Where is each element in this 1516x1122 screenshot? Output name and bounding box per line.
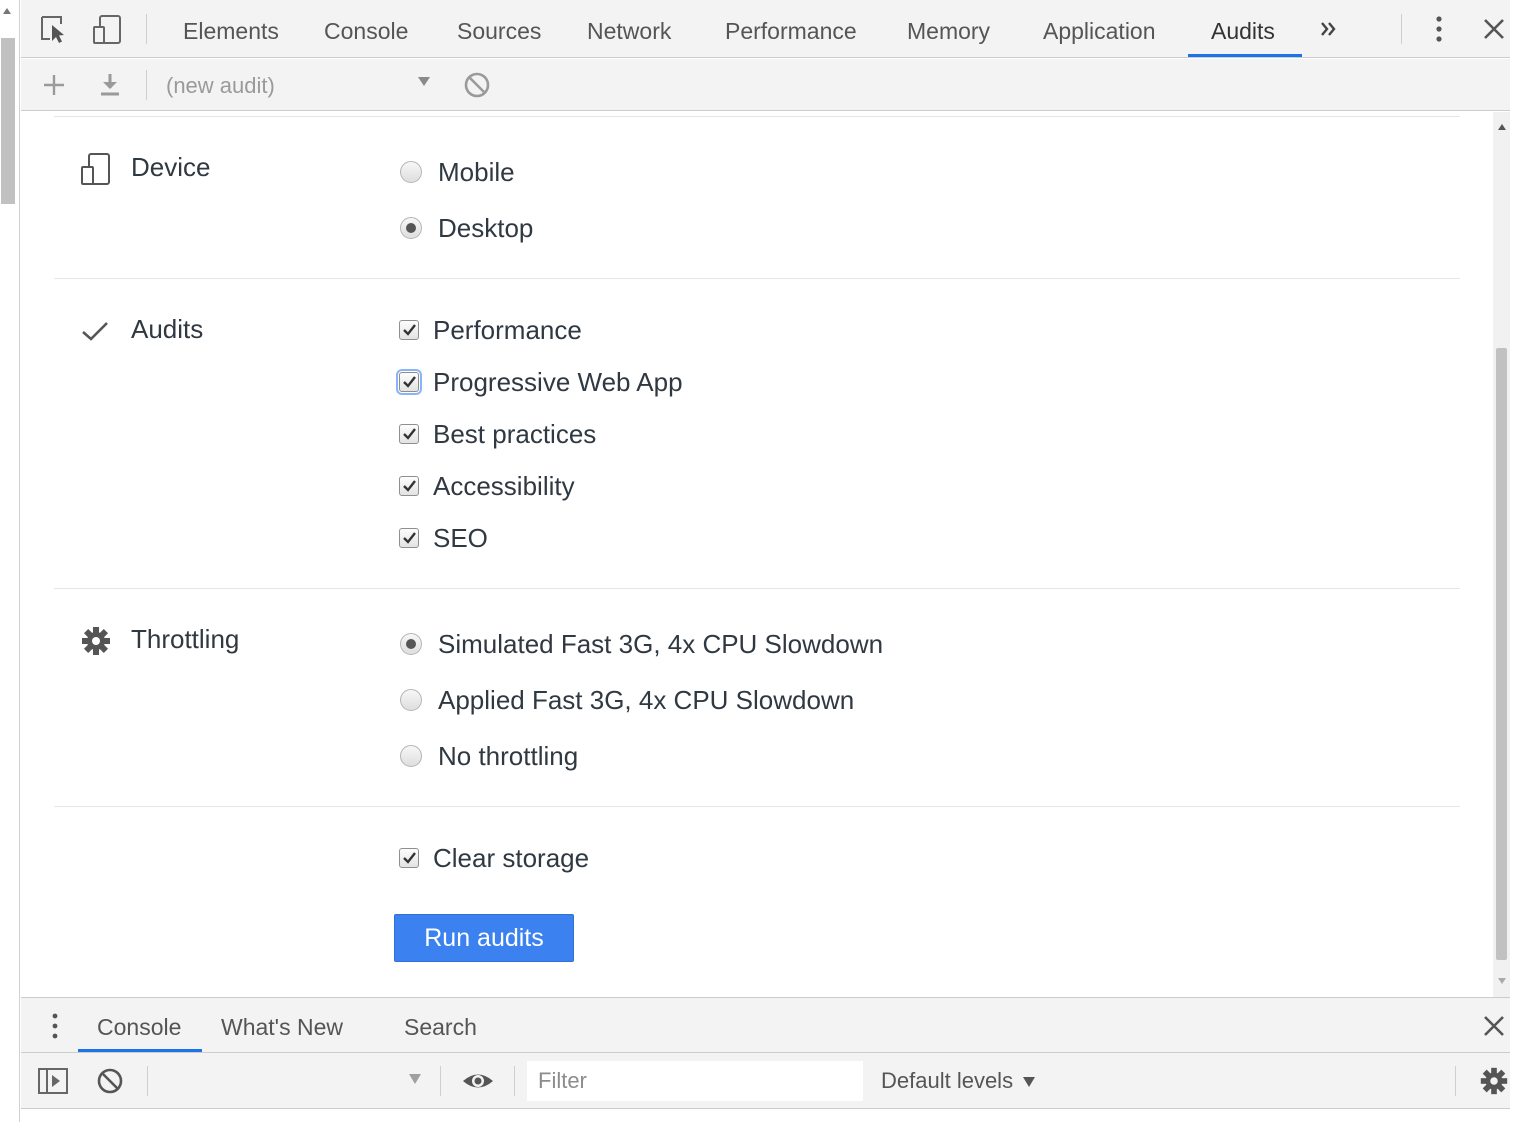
console-filter-input[interactable] <box>527 1061 863 1101</box>
checkbox-seo[interactable] <box>399 528 419 548</box>
active-tab-indicator <box>1188 54 1302 57</box>
option-label: SEO <box>433 522 488 553</box>
scroll-down-arrow-icon[interactable] <box>1498 978 1506 984</box>
customize-menu-kebab-icon[interactable] <box>1424 14 1454 44</box>
checkbox-best-practices[interactable] <box>399 424 419 444</box>
tab-audits[interactable]: Audits <box>1211 0 1275 58</box>
clear-storage-option[interactable]: Clear storage <box>397 838 589 878</box>
radio-desktop[interactable] <box>400 217 422 239</box>
option-label: Mobile <box>438 156 515 187</box>
checkbox-clear-storage[interactable] <box>399 848 419 868</box>
drawer-tab-bar: Console What's New Search <box>21 997 1510 1053</box>
audit-category-accessibility[interactable]: Accessibility <box>397 466 575 506</box>
console-output-area[interactable] <box>21 1109 1510 1122</box>
tab-application[interactable]: Application <box>1043 0 1156 58</box>
scrollbar-thumb[interactable] <box>1496 348 1507 960</box>
option-label: Simulated Fast 3G, 4x CPU Slowdown <box>438 628 884 659</box>
audit-category-pwa[interactable]: Progressive Web App <box>396 362 683 402</box>
device-icon <box>79 152 113 186</box>
drawer-tab-search[interactable]: Search <box>404 998 477 1054</box>
devtools-panel: Elements Console Sources Network Perform… <box>21 0 1510 1122</box>
page-edge-strip <box>0 0 20 1122</box>
scroll-up-arrow-icon[interactable] <box>1498 124 1506 130</box>
context-select-chevron-icon[interactable] <box>409 1074 421 1084</box>
inspect-element-icon[interactable] <box>39 14 69 44</box>
tab-performance[interactable]: Performance <box>725 0 857 58</box>
drawer-tab-whats-new[interactable]: What's New <box>221 998 343 1054</box>
checkmark-icon <box>79 314 113 348</box>
radio-no-throttling[interactable] <box>400 745 422 767</box>
option-label: Clear storage <box>433 842 590 873</box>
close-devtools-icon[interactable] <box>1479 14 1509 44</box>
console-toolbar: Default levels <box>21 1053 1510 1109</box>
option-label: Desktop <box>438 212 534 243</box>
option-label: Best practices <box>433 418 597 449</box>
throttling-option-simulated[interactable]: Simulated Fast 3G, 4x CPU Slowdown <box>397 624 883 664</box>
device-option-mobile[interactable]: Mobile <box>397 152 515 192</box>
drawer-tab-console[interactable]: Console <box>97 998 181 1054</box>
audit-category-performance[interactable]: Performance <box>397 310 582 350</box>
radio-mobile[interactable] <box>400 161 422 183</box>
tab-sources[interactable]: Sources <box>457 0 541 58</box>
download-report-icon[interactable] <box>95 70 125 100</box>
radio-applied-fast-3g[interactable] <box>400 689 422 711</box>
throttling-option-none[interactable]: No throttling <box>397 736 578 776</box>
tab-memory[interactable]: Memory <box>907 0 990 58</box>
tab-console[interactable]: Console <box>324 0 408 58</box>
radio-simulated-fast-3g[interactable] <box>400 633 422 655</box>
tab-network[interactable]: Network <box>587 0 671 58</box>
audits-toolbar: (new audit) <box>21 59 1510 111</box>
close-drawer-icon[interactable] <box>1479 1011 1509 1041</box>
audit-category-seo[interactable]: SEO <box>397 518 488 558</box>
checkbox-accessibility[interactable] <box>399 476 419 496</box>
clear-console-icon[interactable] <box>95 1066 125 1096</box>
active-drawer-tab-indicator <box>78 1049 202 1052</box>
option-label: Progressive Web App <box>433 366 683 397</box>
drawer-menu-kebab-icon[interactable] <box>41 1011 71 1041</box>
option-label: Performance <box>433 314 582 345</box>
add-audit-icon[interactable] <box>39 70 69 100</box>
throttling-option-applied[interactable]: Applied Fast 3G, 4x CPU Slowdown <box>397 680 854 720</box>
scroll-up-arrow-icon[interactable] <box>3 8 11 14</box>
audit-report-select[interactable]: (new audit) <box>166 69 441 103</box>
run-audits-button[interactable]: Run audits <box>394 914 574 962</box>
option-label: No throttling <box>438 740 579 771</box>
log-levels-dropdown[interactable]: Default levels <box>881 1061 1036 1101</box>
tab-elements[interactable]: Elements <box>183 0 279 58</box>
audits-start-view: Device Mobile Desktop Audits Performance <box>21 112 1510 997</box>
page-scrollbar-thumb[interactable] <box>1 38 15 204</box>
throttling-section-label: Throttling <box>131 624 240 654</box>
more-tabs-chevron-icon[interactable] <box>1316 14 1346 44</box>
chevron-down-icon[interactable] <box>418 77 430 86</box>
content-scrollbar[interactable] <box>1493 112 1510 997</box>
audits-section-label: Audits <box>131 314 204 344</box>
log-levels-label: Default levels <box>881 1068 1014 1093</box>
checkbox-performance[interactable] <box>399 320 419 340</box>
device-section-label: Device <box>131 152 211 182</box>
device-toolbar-icon[interactable] <box>91 14 121 44</box>
clear-reports-icon[interactable] <box>462 70 492 100</box>
gear-icon <box>79 624 113 658</box>
option-label: Accessibility <box>433 470 575 501</box>
show-sidebar-icon[interactable] <box>37 1066 68 1096</box>
live-expression-eye-icon[interactable] <box>461 1066 493 1096</box>
main-tab-bar: Elements Console Sources Network Perform… <box>21 0 1510 58</box>
checkbox-progressive-web-app[interactable] <box>396 369 422 395</box>
console-settings-gear-icon[interactable] <box>1478 1065 1508 1095</box>
audit-category-best-practices[interactable]: Best practices <box>397 414 596 454</box>
option-label: Applied Fast 3G, 4x CPU Slowdown <box>438 684 855 715</box>
chevron-down-icon <box>1023 1077 1036 1088</box>
device-option-desktop[interactable]: Desktop <box>397 208 533 248</box>
